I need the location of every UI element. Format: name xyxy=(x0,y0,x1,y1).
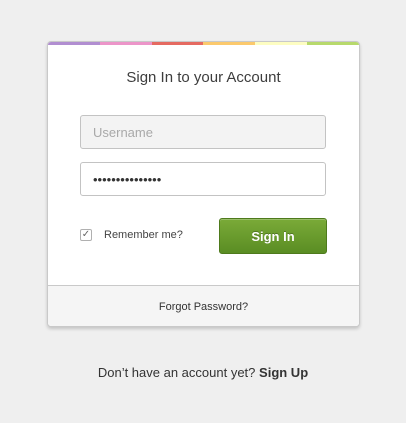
sign-in-button[interactable]: Sign In xyxy=(219,218,327,254)
remember-label: Remember me? xyxy=(104,229,183,241)
stripe-segment xyxy=(99,42,152,45)
username-input[interactable] xyxy=(80,115,326,149)
stripe-segment xyxy=(307,42,359,45)
forgot-password-link[interactable]: Forgot Password? xyxy=(159,301,248,313)
signup-prompt: Don’t have an account yet? Sign Up xyxy=(0,365,406,380)
login-card: Sign In to your Account ✓ Remember me? S… xyxy=(47,41,360,327)
sign-up-link[interactable]: Sign Up xyxy=(259,365,308,380)
stripe-segment xyxy=(203,42,256,45)
signup-prompt-text: Don’t have an account yet? xyxy=(97,365,256,380)
color-stripe xyxy=(48,42,359,45)
checkmark-icon: ✓ xyxy=(81,229,91,240)
stripe-segment xyxy=(48,42,100,45)
card-title: Sign In to your Account xyxy=(126,69,281,86)
remember-me[interactable]: ✓ Remember me? xyxy=(80,228,183,242)
remember-checkbox[interactable]: ✓ xyxy=(80,229,92,241)
stripe-segment xyxy=(255,42,308,45)
password-input[interactable] xyxy=(80,162,326,196)
card-footer: Forgot Password? xyxy=(48,285,359,326)
stripe-segment xyxy=(151,42,204,45)
